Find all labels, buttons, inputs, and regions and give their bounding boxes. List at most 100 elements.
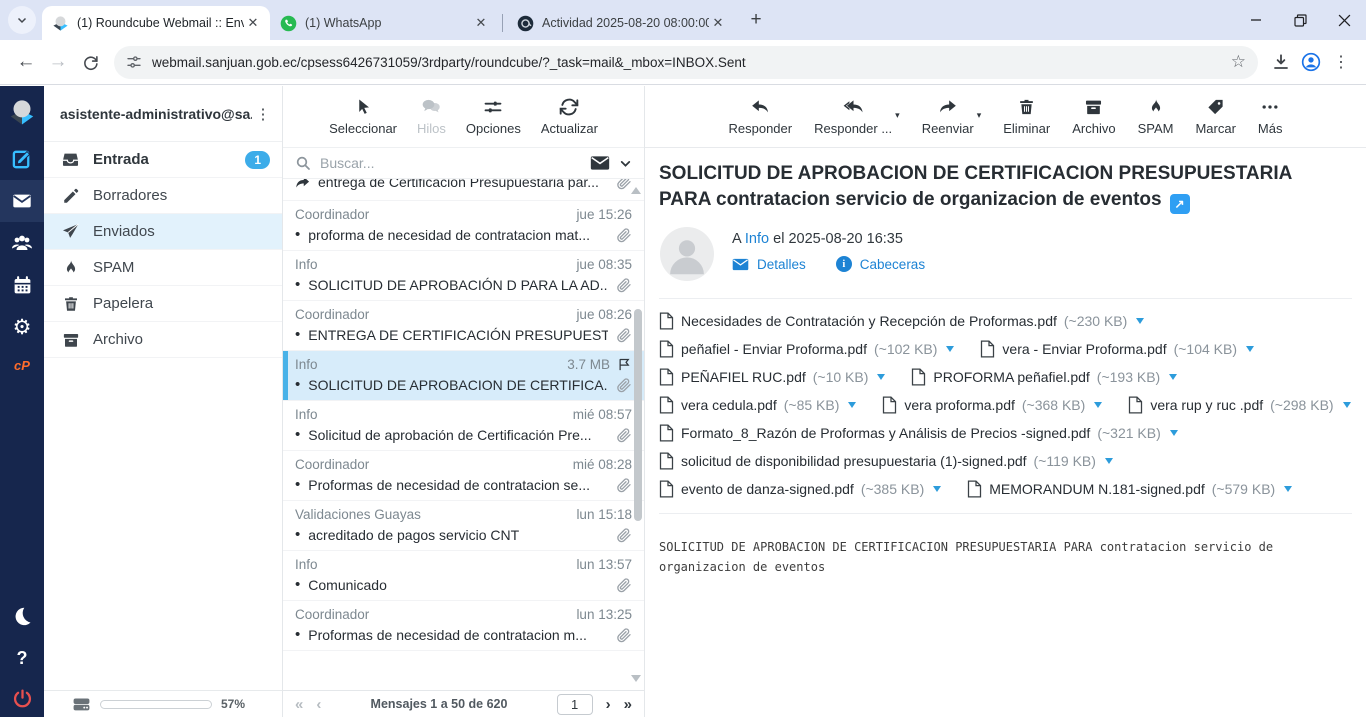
message-list-item[interactable]: Coordinador lun 13:25 • Proformas de nec… (283, 601, 644, 651)
scrollbar-down-arrow[interactable] (631, 675, 641, 682)
message-actions: Detalles i Cabeceras (732, 256, 925, 272)
attachment-chip[interactable]: PROFORMA peñafiel.pdf (~193 KB) (911, 368, 1177, 386)
minimize-button[interactable] (1234, 0, 1278, 40)
attachment-menu-caret[interactable] (933, 486, 941, 492)
restore-button[interactable] (1278, 0, 1322, 40)
attachment-chip[interactable]: peñafiel - Enviar Proforma.pdf (~102 KB) (659, 340, 954, 358)
tab-search-button[interactable] (8, 6, 36, 34)
prev-page-button[interactable]: ‹ (316, 697, 321, 712)
mark-button[interactable]: Marcar (1195, 97, 1235, 136)
first-page-button[interactable]: « (295, 697, 303, 712)
message-list-item[interactable]: Coordinador jue 15:26 • proforma de nece… (283, 201, 644, 251)
headers-link[interactable]: Cabeceras (860, 257, 925, 272)
address-bar[interactable]: webmail.sanjuan.gob.ec/cpsess6426731059/… (114, 46, 1258, 79)
tab-roundcube[interactable]: (1) Roundcube Webmail :: Envia ✕ (42, 6, 270, 40)
sidebar-item-papelera[interactable]: Papelera (44, 286, 282, 322)
attachment-chip[interactable]: vera proforma.pdf (~368 KB) (882, 396, 1102, 414)
message-list-item[interactable]: Info jue 08:35 • SOLICITUD DE APROBACIÓN… (283, 251, 644, 301)
delete-button[interactable]: Eliminar (1003, 97, 1050, 136)
attachment-menu-caret[interactable] (1169, 374, 1177, 380)
message-list-item[interactable]: Info mié 08:57 • Solicitud de aprobación… (283, 401, 644, 451)
attachment-menu-caret[interactable] (1284, 486, 1292, 492)
tab-close-icon[interactable]: ✕ (244, 14, 262, 32)
bookmark-star-icon[interactable]: ☆ (1231, 52, 1246, 72)
message-list-item[interactable]: Coordinador mié 08:28 • Proformas de nec… (283, 451, 644, 501)
attachment-menu-caret[interactable] (848, 402, 856, 408)
search-input[interactable] (320, 155, 581, 171)
attachment-chip[interactable]: Formato_8_Razón de Proformas y Análisis … (659, 424, 1178, 442)
select-button[interactable]: Seleccionar (329, 97, 397, 136)
message-list-item[interactable]: Coordinador jue 08:26 • ENTREGA DE CERTI… (283, 301, 644, 351)
search-scope-mail-icon[interactable] (590, 155, 610, 171)
close-window-button[interactable] (1322, 0, 1366, 40)
attachment-menu-caret[interactable] (877, 374, 885, 380)
threads-button[interactable]: Hilos (417, 97, 446, 136)
refresh-button[interactable]: Actualizar (541, 97, 598, 136)
tab-close-icon[interactable]: ✕ (709, 14, 727, 32)
open-in-new-window-icon[interactable]: ↗ (1170, 194, 1190, 214)
reply-button[interactable]: Responder (729, 97, 793, 136)
back-button[interactable]: ← (10, 46, 42, 78)
reply-all-menu-caret[interactable]: ▾ (895, 110, 900, 121)
message-list-item-partial[interactable]: entrega de Certificación Presupuestaria … (283, 179, 644, 201)
sidebar-item-spam[interactable]: SPAM (44, 250, 282, 286)
options-button[interactable]: Opciones (466, 97, 521, 136)
tab-whatsapp[interactable]: (1) WhatsApp ✕ (270, 6, 498, 40)
compose-button[interactable] (0, 138, 44, 180)
sidebar-item-borradores[interactable]: Borradores (44, 178, 282, 214)
more-button[interactable]: Más (1258, 97, 1283, 136)
forward-button[interactable]: Reenviar (922, 97, 974, 136)
attachment-chip[interactable]: MEMORANDUM N.181-signed.pdf (~579 KB) (967, 480, 1292, 498)
cpanel-button[interactable]: cP (0, 348, 44, 382)
message-list-item[interactable]: Info 3.7 MB • SOLICITUD DE APROBACION DE… (283, 351, 644, 401)
page-number-input[interactable] (557, 694, 593, 715)
tab-actividad[interactable]: Actividad 2025-08-20 08:00:00 ✕ (507, 6, 735, 40)
attachment-chip[interactable]: vera rup y ruc .pdf (~298 KB) (1128, 396, 1350, 414)
attachment-menu-caret[interactable] (1105, 458, 1113, 464)
sidebar-item-archivo[interactable]: Archivo (44, 322, 282, 358)
help-button[interactable]: ? (0, 637, 44, 679)
attachment-menu-caret[interactable] (1343, 402, 1351, 408)
logout-button[interactable] (0, 679, 44, 717)
recipient-link[interactable]: Info (745, 231, 769, 247)
sidebar-item-entrada[interactable]: Entrada 1 (44, 142, 282, 178)
attachment-chip[interactable]: vera cedula.pdf (~85 KB) (659, 396, 856, 414)
message-list-item[interactable]: Validaciones Guayas lun 15:18 • acredita… (283, 501, 644, 551)
rail-contacts-button[interactable] (0, 222, 44, 264)
rail-mail-button[interactable] (0, 180, 44, 222)
scrollbar-thumb[interactable] (634, 309, 642, 521)
new-tab-button[interactable]: + (743, 7, 769, 33)
forward-menu-caret[interactable]: ▾ (977, 110, 982, 121)
forward-button[interactable]: → (42, 46, 74, 78)
attachment-menu-caret[interactable] (946, 346, 954, 352)
spam-button[interactable]: SPAM (1138, 97, 1174, 136)
browser-menu-button[interactable]: ⋮ (1326, 47, 1356, 77)
rail-calendar-button[interactable] (0, 264, 44, 306)
dark-mode-button[interactable] (0, 595, 44, 637)
attachment-chip[interactable]: vera - Enviar Proforma.pdf (~104 KB) (980, 340, 1254, 358)
attachment-chip[interactable]: solicitud de disponibilidad presupuestar… (659, 452, 1113, 470)
attachment-menu-caret[interactable] (1246, 346, 1254, 352)
attachment-chip[interactable]: evento de danza-signed.pdf (~385 KB) (659, 480, 941, 498)
profile-button[interactable] (1296, 47, 1326, 77)
site-settings-icon[interactable] (126, 54, 142, 70)
downloads-button[interactable] (1266, 47, 1296, 77)
reload-button[interactable] (74, 46, 106, 78)
scrollbar-up-arrow[interactable] (631, 187, 641, 194)
details-link[interactable]: Detalles (757, 257, 806, 272)
search-options-chevron-icon[interactable] (619, 157, 632, 170)
attachment-chip[interactable]: PEÑAFIEL RUC.pdf (~10 KB) (659, 368, 885, 386)
rail-settings-button[interactable]: ⚙ (0, 306, 44, 348)
account-menu-icon[interactable]: ⋮ (252, 105, 274, 123)
attachment-menu-caret[interactable] (1094, 402, 1102, 408)
attachment-menu-caret[interactable] (1170, 430, 1178, 436)
message-list-item[interactable]: Info lun 13:57 • Comunicado (283, 551, 644, 601)
sidebar-item-enviados[interactable]: Enviados (44, 214, 282, 250)
reply-all-button[interactable]: Responder ... (814, 97, 892, 136)
tab-close-icon[interactable]: ✕ (472, 14, 490, 32)
next-page-button[interactable]: › (606, 697, 611, 712)
archive-button[interactable]: Archivo (1072, 97, 1115, 136)
attachment-menu-caret[interactable] (1136, 318, 1144, 324)
last-page-button[interactable]: » (624, 697, 632, 712)
attachment-chip[interactable]: Necesidades de Contratación y Recepción … (659, 312, 1144, 330)
